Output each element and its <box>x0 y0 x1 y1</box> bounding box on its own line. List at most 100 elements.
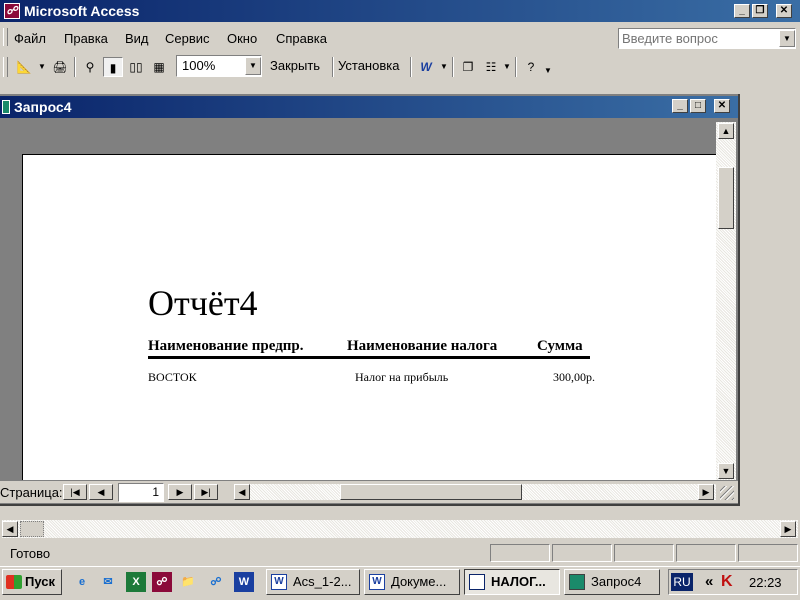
network-icon[interactable]: ☍ <box>206 572 226 592</box>
help-question-input[interactable] <box>620 30 782 47</box>
main-horizontal-scrollbar[interactable] <box>2 520 798 538</box>
window-title: Microsoft Access <box>24 3 140 19</box>
last-page-button[interactable]: ▶| <box>194 484 218 500</box>
main-scroll-left-button[interactable]: ◀ <box>2 521 18 537</box>
report-cell-tax: Налог на прибыль <box>355 370 449 384</box>
taskbar-button-label: Запрос4 <box>591 574 642 589</box>
close-button[interactable]: ✕ <box>776 4 792 18</box>
taskbar-button-label: НАЛОГ... <box>491 574 546 589</box>
database-icon <box>469 574 485 590</box>
language-indicator[interactable]: RU <box>671 573 693 591</box>
column-header-tax: Наименование налога <box>347 338 498 354</box>
resize-grip-icon[interactable] <box>720 486 734 500</box>
close-preview-button[interactable]: Закрыть <box>270 56 320 78</box>
toolbar-separator <box>74 57 76 77</box>
toolbar-grip <box>3 57 8 77</box>
child-scroll-right-button[interactable]: ▶ <box>698 484 714 500</box>
child-scroll-up-button[interactable]: ▲ <box>718 123 734 139</box>
restore-button[interactable]: ❐ <box>752 4 768 18</box>
child-scroll-h-thumb[interactable] <box>340 484 522 500</box>
child-minimize-button[interactable]: _ <box>672 99 688 113</box>
page-number-value: 1 <box>152 485 159 499</box>
office-links-dropdown-arrow[interactable]: ▼ <box>440 62 448 71</box>
minimize-button[interactable]: _ <box>734 4 750 18</box>
report-cell-company: ВОСТОК <box>148 370 197 384</box>
menu-tools[interactable]: Сервис <box>165 31 210 46</box>
help-dropdown-button[interactable]: ▼ <box>779 30 795 47</box>
excel-icon[interactable]: X <box>126 572 146 592</box>
query-icon <box>569 574 585 590</box>
multiple-pages-icon[interactable]: ▦ <box>149 57 169 77</box>
word-document-icon: W <box>369 574 385 590</box>
status-text: Готово <box>10 546 51 561</box>
explorer-folder-icon[interactable]: 📁 <box>178 572 198 592</box>
menu-grip <box>3 28 8 46</box>
taskbar-button-nalog[interactable]: НАЛОГ... <box>464 569 560 595</box>
toolbar-separator <box>452 57 454 77</box>
child-scroll-left-button[interactable]: ◀ <box>234 484 250 500</box>
windows-logo-icon <box>6 575 22 589</box>
child-title-bar[interactable]: Запрос4 _ □ ✕ <box>0 96 738 118</box>
zoom-magnifier-icon[interactable]: ⚲ <box>80 57 100 77</box>
child-scroll-thumb[interactable] <box>718 167 734 229</box>
next-page-button[interactable]: ▶ <box>168 484 192 500</box>
view-dropdown-arrow[interactable]: ▼ <box>38 62 46 71</box>
start-button[interactable]: Пуск <box>2 569 62 595</box>
status-bar: Готово <box>0 542 800 564</box>
taskbar-button-label: Докуме... <box>391 574 447 589</box>
two-pages-icon[interactable]: ▯▯ <box>126 57 146 77</box>
status-panel <box>676 544 736 562</box>
clock: 22:23 <box>749 575 782 590</box>
print-icon[interactable]: 🖨 <box>50 57 70 77</box>
main-scroll-thumb[interactable] <box>20 521 44 537</box>
menu-help[interactable]: Справка <box>276 31 327 46</box>
outlook-express-icon[interactable]: ✉ <box>98 572 118 592</box>
view-design-icon[interactable]: 📐 <box>14 57 34 77</box>
child-close-button[interactable]: ✕ <box>714 99 730 113</box>
column-header-company: Наименование предпр. <box>148 338 304 354</box>
main-title-bar[interactable]: ☍ Microsoft Access _ ❐ ✕ <box>0 0 800 22</box>
help-icon[interactable]: ? <box>521 57 541 77</box>
status-panel <box>738 544 798 562</box>
office-links-word-icon[interactable]: W <box>416 57 436 77</box>
start-label: Пуск <box>25 574 55 589</box>
taskbar-button-acs[interactable]: W Acs_1-2... <box>266 569 360 595</box>
child-window-title: Запрос4 <box>14 99 72 115</box>
tray-expand-arrow[interactable]: « <box>705 573 713 590</box>
child-scroll-down-button[interactable]: ▼ <box>718 463 734 479</box>
page-number-field[interactable]: 1 <box>118 483 164 502</box>
one-page-icon[interactable]: ▮ <box>103 57 123 77</box>
zoom-value: 100% <box>182 58 216 73</box>
internet-explorer-icon[interactable]: e <box>72 572 92 592</box>
zoom-dropdown-button[interactable]: ▼ <box>245 57 261 75</box>
antivirus-k-icon[interactable]: K <box>721 573 733 591</box>
zoom-select[interactable]: 100% ▼ <box>176 55 262 77</box>
taskbar-button-query[interactable]: Запрос4 <box>564 569 660 595</box>
menu-window[interactable]: Окно <box>227 31 257 46</box>
system-tray: RU « K 22:23 <box>668 569 798 595</box>
toolbar-separator <box>515 57 517 77</box>
word-icon[interactable]: W <box>234 572 254 592</box>
toolbar-options-arrow[interactable]: ▼ <box>544 66 552 75</box>
column-header-amount: Сумма <box>537 338 583 354</box>
database-window-icon[interactable]: ❐ <box>458 57 478 77</box>
previous-page-button[interactable]: ◀ <box>89 484 113 500</box>
menu-view[interactable]: Вид <box>125 31 149 46</box>
word-document-icon: W <box>271 574 287 590</box>
taskbar-button-document[interactable]: W Докуме... <box>364 569 460 595</box>
child-maximize-button[interactable]: □ <box>690 99 706 113</box>
access-icon[interactable]: ☍ <box>152 572 172 592</box>
help-question-box[interactable]: ▼ <box>618 28 796 49</box>
main-scroll-right-button[interactable]: ▶ <box>780 521 796 537</box>
status-panel <box>552 544 612 562</box>
new-object-icon[interactable]: ☷ <box>481 57 501 77</box>
page-setup-button[interactable]: Установка <box>338 56 399 78</box>
query-icon <box>2 100 10 114</box>
new-object-dropdown-arrow[interactable]: ▼ <box>503 62 511 71</box>
menu-edit[interactable]: Правка <box>64 31 108 46</box>
first-page-button[interactable]: |◀ <box>63 484 87 500</box>
status-panel <box>490 544 550 562</box>
menu-file[interactable]: Файл <box>14 31 46 46</box>
toolbar-separator <box>410 57 412 77</box>
report-page <box>22 154 716 480</box>
